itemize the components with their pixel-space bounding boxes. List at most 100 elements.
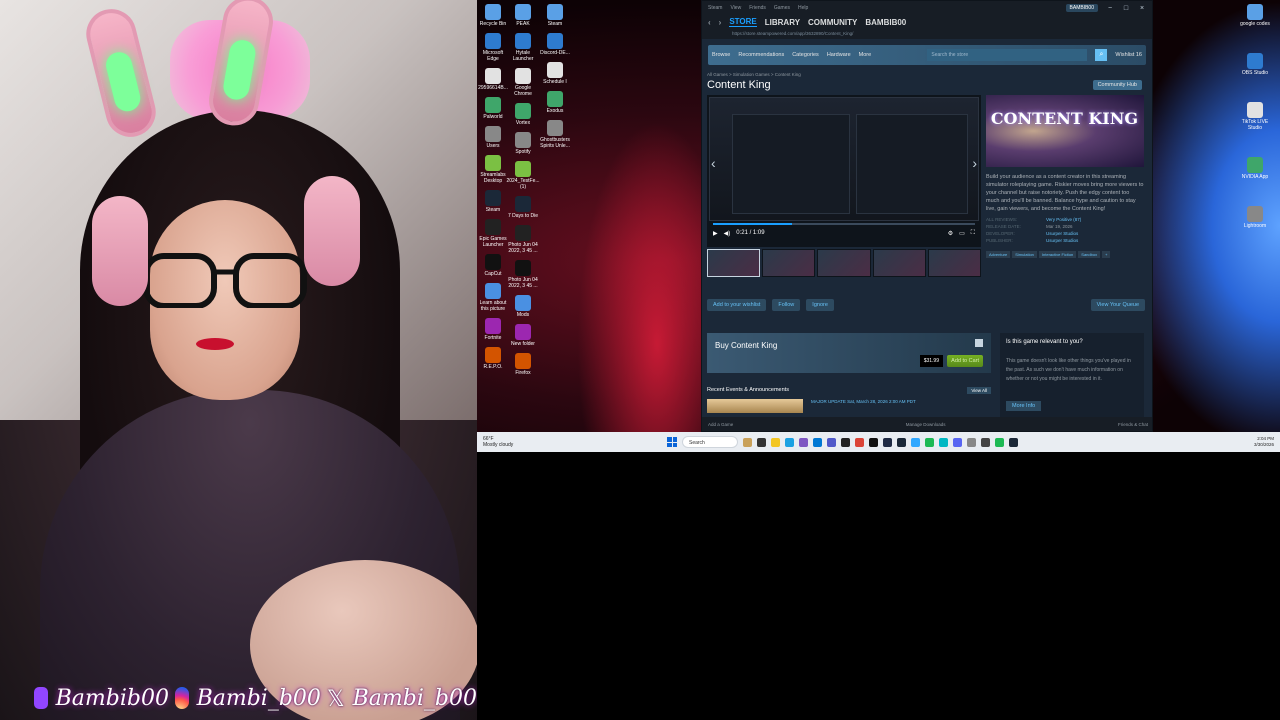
menu-steam[interactable]: Steam [708, 5, 722, 11]
back-icon[interactable]: ‹ [708, 18, 711, 27]
breadcrumb[interactable]: All Games > Simulation Games > Content K… [702, 65, 1152, 77]
chrome-icon[interactable] [855, 437, 864, 447]
thumbnail[interactable] [707, 249, 761, 277]
menu-recommendations[interactable]: Recommendations [738, 52, 784, 58]
tab-community[interactable]: COMMUNITY [808, 18, 857, 27]
tab-store[interactable]: STORE [729, 17, 757, 27]
add-game-button[interactable]: Add a Game [708, 422, 733, 427]
desktop-shortcut[interactable]: Learn about this picture [477, 283, 509, 312]
settings-icon[interactable]: ⚙ [948, 230, 953, 237]
weather-widget[interactable]: 66°F Mostly cloudy [477, 436, 537, 448]
desktop-shortcut[interactable]: Discord-DE... [539, 33, 571, 56]
desktop-shortcut[interactable]: OBS Studio [1239, 53, 1271, 76]
more-info-button[interactable]: More Info [1006, 401, 1042, 411]
developer-link[interactable]: Usurper Studios [1046, 231, 1144, 236]
desktop-shortcut[interactable]: Mods [507, 295, 539, 318]
file-explorer-icon[interactable] [771, 437, 780, 447]
minimize-icon[interactable]: − [1106, 5, 1114, 12]
theater-icon[interactable]: ▭ [959, 230, 965, 237]
desktop-shortcut[interactable]: Spotify [507, 132, 539, 155]
desktop-shortcut[interactable]: New folder [507, 324, 539, 347]
tag-more[interactable]: + [1102, 251, 1111, 258]
ignore-button[interactable]: Ignore [806, 299, 834, 311]
desktop-shortcut[interactable]: 29596614B... [477, 68, 509, 91]
app-icon[interactable] [981, 437, 990, 447]
tab-library[interactable]: LIBRARY [765, 18, 800, 27]
desktop-shortcut[interactable]: Users [477, 126, 509, 149]
thumbnail[interactable] [817, 249, 871, 277]
tag[interactable]: Sandbox [1078, 251, 1101, 258]
menu-games[interactable]: Games [774, 5, 790, 11]
desktop-shortcut[interactable]: Photo Jun 04 2022, 3 45 ... [507, 260, 539, 289]
video-progress[interactable] [713, 223, 975, 225]
desktop-shortcut[interactable]: google codes [1239, 4, 1271, 27]
desktop-shortcut[interactable]: Hytale Launcher [507, 33, 539, 62]
reviews-value[interactable]: Very Positive (87) [1046, 217, 1144, 222]
tag[interactable]: Simulation [1012, 251, 1037, 258]
obs-icon[interactable] [869, 437, 878, 447]
follow-button[interactable]: Follow [772, 299, 801, 311]
media-next-icon[interactable]: › [972, 155, 977, 171]
start-icon[interactable] [667, 437, 677, 447]
desktop-shortcut[interactable]: NVIDIA App [1239, 157, 1271, 180]
media-player[interactable]: ‹ › ▶ ◀) 0:21 / 1:09 ⚙ ▭ ⛶ [707, 95, 981, 247]
desktop-shortcut[interactable]: Palworld [477, 97, 509, 120]
steam-icon[interactable] [1009, 437, 1018, 447]
app-icon[interactable] [883, 437, 892, 447]
tag[interactable]: Interactive Fiction [1038, 251, 1077, 258]
desktop-shortcut[interactable]: Steam [539, 4, 571, 27]
desktop-shortcut[interactable]: R.E.P.O. [477, 347, 509, 370]
desktop-shortcut[interactable]: 2024_TestFe... (1) [506, 161, 540, 190]
app-icon[interactable] [939, 437, 948, 447]
play-icon[interactable]: ▶ [713, 230, 718, 237]
fullscreen-icon[interactable]: ⛶ [971, 230, 975, 237]
desktop-shortcut[interactable]: CapCut [477, 254, 509, 277]
maximize-icon[interactable]: □ [1122, 5, 1130, 12]
store-icon[interactable] [841, 437, 850, 447]
steam-icon[interactable] [897, 437, 906, 447]
desktop-shortcut[interactable]: Schedule I [539, 62, 571, 85]
edge-icon[interactable] [785, 437, 794, 447]
desktop-shortcut[interactable]: Firefox [507, 353, 539, 376]
forward-icon[interactable]: › [719, 18, 722, 27]
url-bar[interactable]: https://store.steampowered.com/app/36328… [702, 29, 1152, 39]
view-all-button[interactable]: View All [967, 387, 991, 394]
desktop-shortcut[interactable]: Photo Jun 04 2022, 3 45 ... [507, 225, 539, 254]
camera-icon[interactable] [967, 437, 976, 447]
app-icon[interactable] [911, 437, 920, 447]
discord-icon[interactable] [953, 437, 962, 447]
thumbnail[interactable] [762, 249, 816, 277]
thumbnail[interactable] [872, 249, 926, 277]
menu-categories[interactable]: Categories [792, 52, 819, 58]
desktop-shortcut[interactable]: Google Chrome [507, 68, 539, 97]
desktop-shortcut[interactable]: Streamlabs Desktop [477, 155, 509, 184]
menu-friends[interactable]: Friends [749, 5, 766, 11]
desktop-shortcut[interactable]: Epic Games Launcher [477, 219, 509, 248]
desktop-shortcut[interactable]: Vortex [507, 103, 539, 126]
outlook-icon[interactable] [813, 437, 822, 447]
thumbnail[interactable] [927, 249, 982, 277]
desktop-shortcut[interactable]: Microsoft Edge [477, 33, 509, 62]
manage-downloads-button[interactable]: Manage Downloads [906, 422, 946, 427]
menu-view[interactable]: View [730, 5, 741, 11]
media-prev-icon[interactable]: ‹ [711, 155, 716, 171]
desktop-shortcut[interactable]: Ghostbusters Spirits Unle... [539, 120, 571, 149]
desktop-shortcut[interactable]: Lightroom [1239, 206, 1271, 229]
event-item[interactable]: MAJOR UPDATE Sat, March 28, 2026 2:00 AM… [707, 399, 991, 413]
tab-user[interactable]: BAMBIB00 [865, 18, 906, 27]
spotify-icon[interactable] [925, 437, 934, 447]
search-icon[interactable]: ⌕ [1095, 49, 1108, 61]
desktop-shortcut[interactable]: 7 Days to Die [507, 196, 539, 219]
store-search-input[interactable]: Search the store [927, 49, 1088, 61]
taskbar-search[interactable]: Search [682, 436, 738, 448]
view-queue-button[interactable]: View Your Queue [1090, 299, 1145, 311]
account-button[interactable]: BAMBIB00 [1065, 4, 1098, 12]
desktop-shortcut[interactable]: Steam [477, 190, 509, 213]
task-view-icon[interactable] [757, 437, 766, 447]
taskbar-clock[interactable]: 2:04 PM 3/30/2026 [1254, 436, 1280, 448]
community-hub-button[interactable]: Community Hub [1092, 80, 1142, 90]
publisher-link[interactable]: Usurper Studios [1046, 238, 1144, 243]
desktop-shortcut[interactable]: Recycle Bin [477, 4, 509, 27]
menu-browse[interactable]: Browse [712, 52, 730, 58]
app-icon[interactable] [995, 437, 1004, 447]
